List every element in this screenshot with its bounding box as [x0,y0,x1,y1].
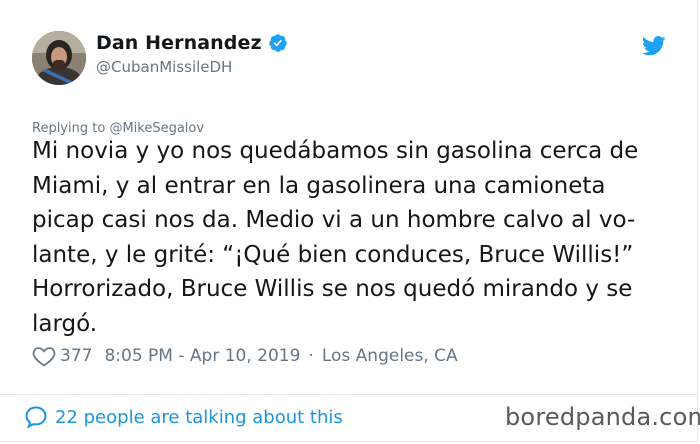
boredpanda-watermark: boredpanda.com [505,403,700,431]
tweet-meta: 377 8:05 PM - Apr 10, 2019 · Los Angeles… [32,345,458,367]
verified-badge-icon [268,34,287,52]
conversation-link[interactable]: 22 people are talking about this [24,405,343,429]
avatar[interactable] [32,31,86,85]
tweet-line: Horrorizado, Bruce Willis se nos quedó m… [32,276,633,302]
heart-icon[interactable] [32,345,56,367]
tweet-line: Miami, y al entrar en la gasolinera una … [32,172,606,199]
tweet-card: Dan Hernandez @CubanMissileDH Replying t… [0,0,700,442]
conversation-label: 22 people are talking about this [55,406,343,428]
tweet-line: lante, y le grité: “¡Qué bien conduces, … [32,241,634,268]
meta-separator: · [308,346,314,366]
divider [0,394,697,395]
author-handle[interactable]: @CubanMissileDH [96,58,232,76]
avatar-image [32,31,86,85]
twitter-bird-icon[interactable] [642,36,666,56]
tweet-line: Mi novia y yo nos quedábamos sin gasolin… [32,138,639,164]
tweet-line: largó. [32,310,98,337]
author-name[interactable]: Dan Hernandez [96,32,262,54]
speech-bubble-icon [25,406,47,429]
tweet-timestamp[interactable]: 8:05 PM - Apr 10, 2019 [104,346,300,366]
author-row: Dan Hernandez [96,32,288,54]
like-count[interactable]: 377 [60,346,92,366]
tweet-text: Mi novia y yo nos quedábamos sin gasolin… [32,134,672,341]
tweet-line: picap casi nos da. Medio vi a un hombre … [32,207,636,233]
tweet-location[interactable]: Los Angeles, CA [322,346,458,366]
